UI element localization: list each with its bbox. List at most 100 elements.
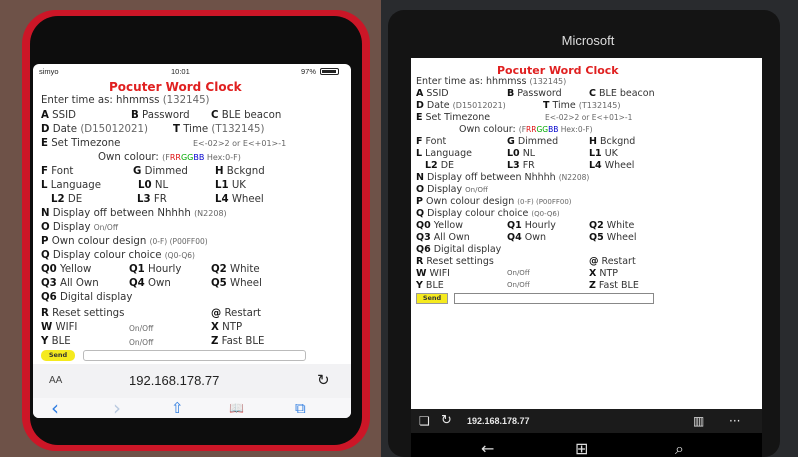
r-send-button[interactable]: Send <box>416 293 448 304</box>
back-icon[interactable]: ‹ <box>51 398 59 418</box>
forward-icon[interactable]: › <box>113 398 121 418</box>
r-menu-item-l4: L4 Wheel <box>589 160 634 171</box>
label-wheel: Wheel <box>231 194 264 205</box>
reload-icon[interactable]: ↻ <box>317 371 330 389</box>
hint-ble: On/Off <box>129 338 154 347</box>
windows-icon[interactable]: ⊞ <box>575 439 588 457</box>
label-reset-settings: Reset settings <box>52 308 125 319</box>
r-own-colour-gg: GG <box>536 125 549 134</box>
back-arrow-icon[interactable]: ← <box>481 439 494 457</box>
label-bckgnd: Bckgnd <box>226 166 265 177</box>
key-q: Q <box>41 250 50 261</box>
key-at: @ <box>211 308 222 319</box>
label-digital-display: Digital display <box>60 292 133 303</box>
r-key-a: A <box>416 88 424 99</box>
key-q4: Q4 <box>129 278 145 289</box>
key-l0: L0 <box>138 180 152 191</box>
key-z: Z <box>211 336 219 347</box>
refresh-icon[interactable]: ↻ <box>441 409 452 433</box>
left-photo: simyo 10:01 97% Pocuter Word Clock Enter… <box>0 0 381 457</box>
send-button[interactable]: Send <box>41 350 75 361</box>
r-menu-item-l3: L3 FR <box>507 160 535 171</box>
address-url-right[interactable]: 192.168.178.77 <box>467 409 530 433</box>
r-label-white: White <box>606 220 635 231</box>
menu-item-w: W WIFI <box>41 322 77 333</box>
battery-icon <box>320 68 339 75</box>
r-menu-item-q4: Q4 Own <box>507 232 546 243</box>
menu-item-g: G Dimmed <box>133 166 188 177</box>
label-dimmed: Dimmed <box>144 166 188 177</box>
hint-date: (D15012021) <box>80 124 148 135</box>
label-display: Display <box>52 222 91 233</box>
label-ble-beacon: BLE beacon <box>221 110 282 121</box>
enter-time-line: Enter time as: hhmmss (132145) <box>41 95 210 106</box>
own-colour-line: Own colour: (FRRGGBB Hex:0-F) <box>98 152 241 163</box>
label-fr: FR <box>153 194 167 205</box>
menu-item-r: R Reset settings <box>41 308 124 319</box>
lumia-phone: Microsoft Pocuter Word Clock Enter time … <box>388 10 780 457</box>
reading-view-icon[interactable]: ▥ <box>693 409 704 433</box>
carrier-label: simyo <box>39 67 59 76</box>
r-hint-ble: On/Off <box>507 281 530 289</box>
menu-item-l1: L1 UK <box>215 180 246 191</box>
r-hint-display: On/Off <box>465 186 488 194</box>
own-colour-bb: BB <box>193 153 205 162</box>
menu-item-c: C BLE beacon <box>211 110 281 121</box>
tabs-icon[interactable]: ⧉ <box>295 398 306 418</box>
menu-item-t: T Time (T132145) <box>173 124 264 135</box>
r-label-password: Password <box>517 88 562 99</box>
battery-percent: 97% <box>301 67 317 76</box>
label-time: Time <box>183 124 209 135</box>
key-t: T <box>173 124 180 135</box>
r-key-h: H <box>589 136 597 147</box>
hint-time: (T132145) <box>211 124 265 135</box>
r-hint-date: (D15012021) <box>452 101 506 110</box>
r-key-q6: Q6 <box>416 244 431 255</box>
microsoft-logo: Microsoft <box>561 33 615 48</box>
more-icon[interactable]: ··· <box>729 409 740 433</box>
label-de: DE <box>67 194 83 205</box>
label-ble: BLE <box>51 336 71 347</box>
enter-time-label-right: Enter time as: hhmmss <box>416 76 527 87</box>
command-input[interactable] <box>83 350 306 361</box>
r-menu-item-o: O Display On/Off <box>416 184 488 195</box>
r-key-q5: Q5 <box>589 232 604 243</box>
hint-timezone: E<-02>2 or E<+01>-1 <box>193 139 287 148</box>
share-icon[interactable]: ⇧ <box>171 398 184 418</box>
r-key-q: Q <box>416 208 425 219</box>
key-h: H <box>215 166 224 177</box>
r-menu-item-x: X NTP <box>589 268 618 279</box>
r-key-c: C <box>589 88 596 99</box>
r-own-colour-bb: BB <box>548 125 559 134</box>
key-l2: L2 <box>51 194 65 205</box>
r-hint-colour-choice: (Q0-Q6) <box>531 210 560 218</box>
bookmarks-icon[interactable]: 📖 <box>229 398 244 418</box>
r-menu-item-a: A SSID <box>416 88 449 99</box>
tabs-icon-right[interactable]: ❏ <box>419 409 430 433</box>
r-key-l1: L1 <box>589 148 602 159</box>
r-label-digital-display: Digital display <box>433 244 502 255</box>
key-l: L <box>41 180 48 191</box>
r-key-f: F <box>416 136 423 147</box>
menu-item-q: Q Display colour choice (Q0-Q6) <box>41 250 195 261</box>
r-label-wheel-colour: Wheel <box>606 232 637 243</box>
key-x: X <box>211 322 219 333</box>
search-icon[interactable]: ⌕ <box>675 439 684 457</box>
own-colour-label: Own colour: <box>98 152 159 163</box>
reader-aa-button[interactable]: AA <box>49 375 62 386</box>
key-q6: Q6 <box>41 292 57 303</box>
r-label-bckgnd: Bckgnd <box>599 136 636 147</box>
safari-toolbar: ‹ › ⇧ 📖 ⧉ <box>33 398 351 418</box>
r-label-colour-choice: Display colour choice <box>427 208 529 219</box>
address-url[interactable]: 192.168.178.77 <box>129 373 219 388</box>
r-menu-item-w: W WIFI <box>416 268 450 279</box>
label-all-own: All Own <box>60 278 99 289</box>
r-label-de: DE <box>440 160 455 171</box>
key-a: A <box>41 110 49 121</box>
key-l4: L4 <box>215 194 229 205</box>
r-own-colour-label: Own colour: <box>459 124 516 135</box>
r-menu-item-z: Z Fast BLE <box>589 280 639 291</box>
r-command-input[interactable] <box>454 293 654 304</box>
r-label-ssid: SSID <box>426 88 449 99</box>
label-nl: NL <box>154 180 169 191</box>
